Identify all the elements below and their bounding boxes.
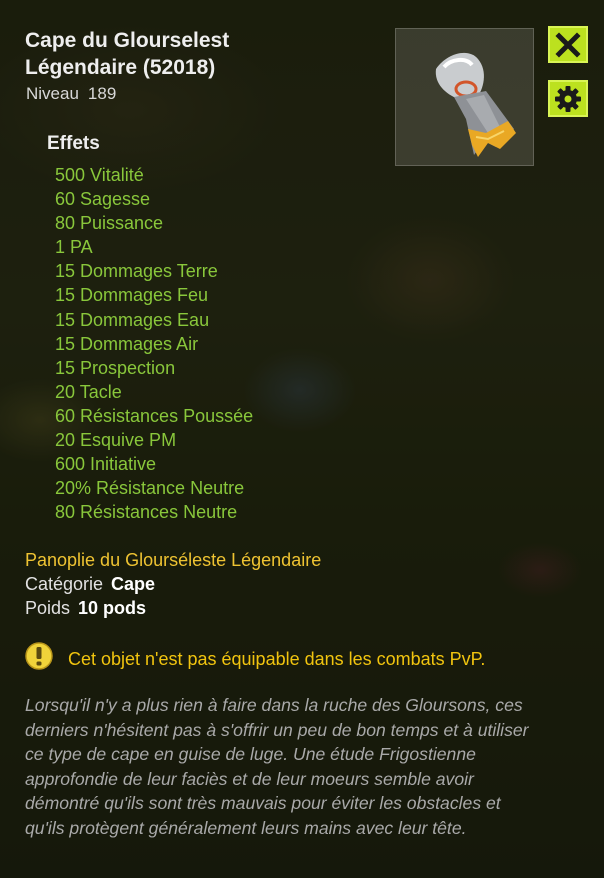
close-button[interactable] (548, 26, 588, 63)
effect-item: 60 Sagesse (55, 189, 151, 210)
item-description: Lorsqu'il n'y a plus rien à faire dans l… (25, 695, 529, 838)
gear-icon (555, 85, 581, 112)
effect-item: 600 Initiative (55, 454, 157, 475)
item-weight: Poids 10 pods (25, 598, 146, 619)
weight-label: Poids (25, 598, 71, 618)
category-value: Cape (111, 574, 156, 594)
effect-item: 60 Résistances Poussée (55, 405, 254, 426)
effects-list: 500 Vitalité 60 Sagesse 80 Puissance 1 P… (55, 163, 253, 524)
cape-item-icon (435, 52, 516, 157)
effect-item: 80 Puissance (55, 213, 164, 234)
item-tooltip: Cape du Glourselest Légendaire (52018) N… (0, 0, 604, 878)
item-set-link[interactable]: Panoplie du Glourséleste Légendaire (25, 550, 321, 571)
effect-item: 80 Résistances Neutre (55, 502, 238, 523)
settings-button[interactable] (548, 80, 588, 117)
effect-item: 20 Esquive PM (55, 430, 177, 451)
item-image-frame (395, 28, 534, 166)
effect-item: 20% Résistance Neutre (55, 478, 245, 499)
level-value: 189 (87, 84, 117, 103)
effect-item: 15 Dommages Feu (55, 285, 209, 306)
effect-item: 500 Vitalité (55, 165, 144, 185)
effect-item: 20 Tacle (55, 381, 122, 402)
item-name-line-1: Cape du Glourselest (25, 29, 230, 52)
effect-item: 15 Dommages Terre (55, 261, 218, 282)
close-x-icon (555, 31, 581, 58)
effect-item: 15 Prospection (55, 357, 176, 378)
effect-item: 1 PA (55, 237, 93, 258)
effect-item: 15 Dommages Eau (55, 309, 210, 330)
item-category: Catégorie Cape (25, 574, 155, 595)
item-name: Cape du Glourselest Légendaire (52018) (25, 27, 385, 81)
level-label: Niveau (26, 84, 79, 103)
weight-value: 10 pods (78, 598, 147, 618)
effects-heading: Effets (47, 133, 100, 154)
warning-icon (25, 642, 53, 670)
effect-item: 15 Dommages Air (55, 333, 199, 354)
category-label: Catégorie (25, 574, 104, 594)
pvp-warning-text: Cet objet n'est pas équipable dans les c… (68, 649, 486, 669)
item-level: Niveau 189 (26, 84, 116, 104)
item-name-line-2: Légendaire (52018) (25, 56, 216, 79)
